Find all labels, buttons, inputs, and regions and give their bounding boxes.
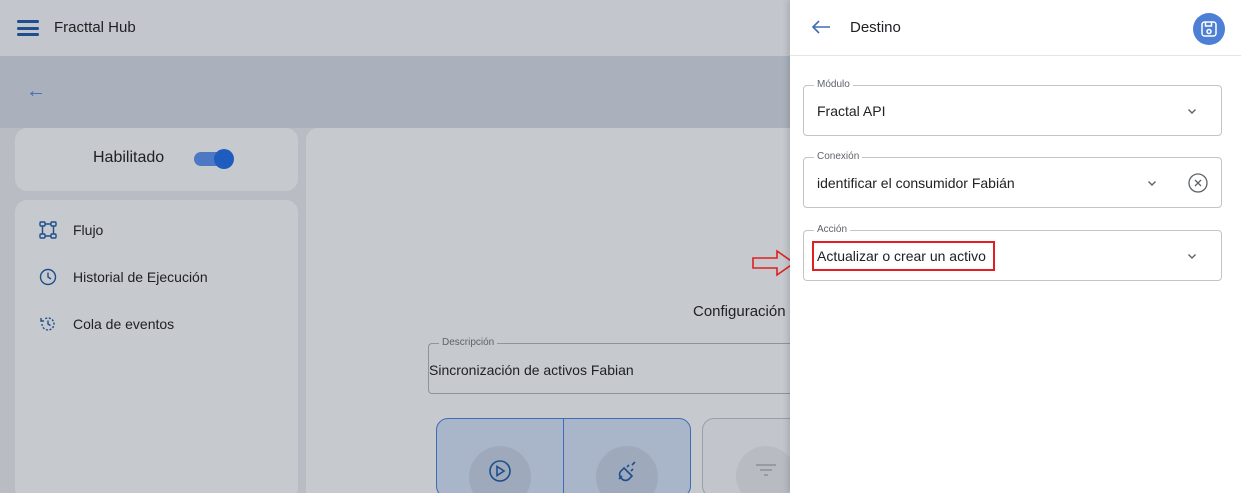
description-field[interactable]: Descripción Sincronización de activos Fa… (428, 337, 798, 394)
sidebar-nav: Flujo Historial de Ejecución Cola de eve… (15, 200, 298, 493)
save-icon (1201, 21, 1217, 37)
save-button[interactable] (1193, 13, 1225, 45)
menu-icon[interactable] (17, 20, 39, 36)
enabled-label: Habilitado (93, 149, 165, 166)
description-label: Descripción (439, 337, 498, 348)
annotation-highlight-box (812, 241, 995, 271)
clock-icon (39, 268, 57, 286)
accion-select[interactable]: Acción Actualizar o crear un activo (803, 224, 1222, 281)
sidebar-item-label: Cola de eventos (73, 316, 175, 332)
chevron-down-icon[interactable] (1187, 252, 1197, 260)
config-label: Configuración (693, 303, 786, 320)
flow-divider (563, 419, 564, 493)
chevron-down-icon[interactable] (1187, 107, 1197, 115)
app-title: Fracttal Hub (54, 19, 136, 36)
enabled-toggle[interactable] (194, 149, 234, 169)
plug-icon (618, 461, 636, 482)
chevron-down-icon[interactable] (1147, 179, 1157, 187)
modulo-value: Fractal API (817, 103, 886, 119)
modulo-select[interactable]: Módulo Fractal API (803, 79, 1222, 136)
conexion-value: identificar el consumidor Fabián (817, 175, 1015, 191)
back-arrow-icon[interactable]: ← (26, 81, 46, 101)
clear-icon[interactable] (1187, 172, 1209, 194)
drawer-header: Destino (790, 0, 1241, 56)
destination-drawer: Destino Módulo Fractal API Conexión iden… (790, 0, 1241, 493)
flow-icon (39, 221, 57, 239)
conexion-label: Conexión (814, 151, 863, 163)
connector-node[interactable] (596, 446, 658, 493)
trigger-node[interactable] (469, 446, 531, 493)
sub-header (0, 56, 790, 128)
modulo-label: Módulo (814, 79, 853, 91)
filter-icon (756, 464, 776, 476)
app-topbar: Fracttal Hub (0, 0, 790, 56)
filter-node[interactable] (736, 446, 796, 493)
conexion-select[interactable]: Conexión identificar el consumidor Fabiá… (803, 151, 1222, 208)
play-icon (489, 460, 511, 482)
drawer-title: Destino (850, 19, 901, 36)
accion-label: Acción (814, 224, 851, 236)
back-arrow-icon[interactable] (810, 17, 832, 37)
description-value: Sincronización de activos Fabian (429, 362, 634, 378)
sidebar-item-label: Flujo (73, 222, 104, 238)
history-icon (40, 317, 55, 331)
sidebar-item-label: Historial de Ejecución (73, 269, 208, 285)
enabled-card: Habilitado (15, 128, 298, 191)
